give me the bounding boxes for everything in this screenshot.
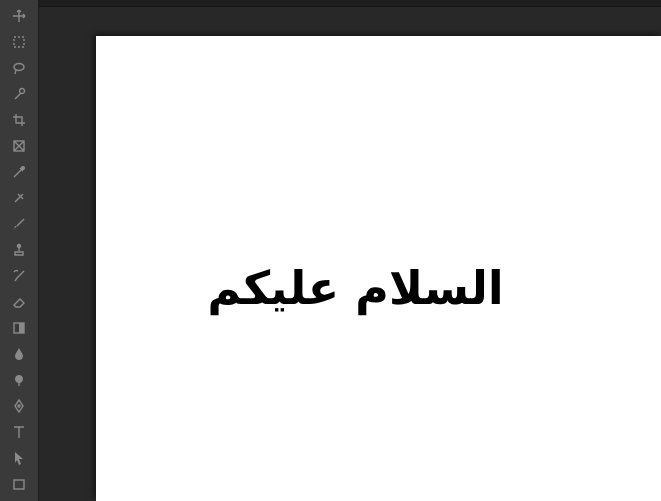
- eyedropper-tool-icon[interactable]: [11, 164, 27, 180]
- quick-selection-tool-icon[interactable]: [11, 86, 27, 102]
- path-selection-tool-icon[interactable]: [11, 450, 27, 466]
- gradient-tool-icon[interactable]: [11, 320, 27, 336]
- blur-tool-icon[interactable]: [11, 346, 27, 362]
- options-bar: [0, 0, 661, 7]
- move-tool-icon[interactable]: [11, 8, 27, 24]
- document-canvas[interactable]: السلام عليكم: [96, 36, 661, 501]
- frame-tool-icon[interactable]: [11, 138, 27, 154]
- healing-brush-tool-icon[interactable]: [11, 190, 27, 206]
- eraser-tool-icon[interactable]: [11, 294, 27, 310]
- clone-stamp-tool-icon[interactable]: [11, 242, 27, 258]
- dodge-tool-icon[interactable]: [11, 372, 27, 388]
- pen-tool-icon[interactable]: [11, 398, 27, 414]
- crop-tool-icon[interactable]: [11, 112, 27, 128]
- tools-panel: [0, 0, 39, 501]
- type-tool-icon[interactable]: [11, 424, 27, 440]
- history-brush-tool-icon[interactable]: [11, 268, 27, 284]
- lasso-tool-icon[interactable]: [11, 60, 27, 76]
- rectangle-tool-icon[interactable]: [11, 476, 27, 492]
- marquee-tool-icon[interactable]: [11, 34, 27, 50]
- brush-tool-icon[interactable]: [11, 216, 27, 232]
- canvas-text-layer[interactable]: السلام عليكم: [183, 248, 528, 328]
